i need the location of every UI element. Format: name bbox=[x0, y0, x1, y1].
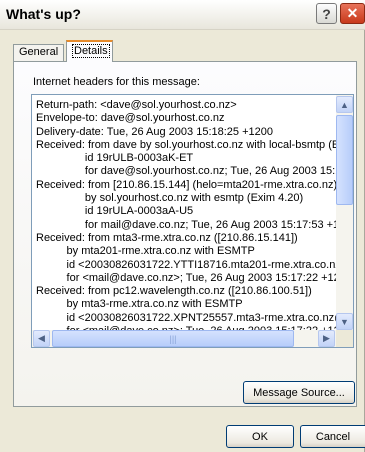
ok-button[interactable]: OK bbox=[226, 425, 294, 448]
close-button[interactable]: ✕ bbox=[340, 3, 365, 24]
header-line: by mta201-rme.xtra.co.nz with ESMTP bbox=[36, 245, 255, 258]
chevron-down-icon: ▼ bbox=[340, 316, 349, 327]
headers-caption: Internet headers for this message: bbox=[33, 76, 200, 88]
horizontal-scroll-thumb[interactable]: ||| bbox=[52, 330, 294, 347]
scrollbar-corner bbox=[336, 330, 353, 347]
header-line: Return-path: <dave@sol.yourhost.co.nz> bbox=[36, 99, 237, 111]
dialog-window: What's up? ? ✕ General Details Internet … bbox=[0, 0, 365, 452]
header-line: for <mail@dave.co.nz>; Tue, 26 Aug 2003 … bbox=[36, 271, 336, 284]
chevron-right-icon: ▶ bbox=[323, 333, 330, 343]
headers-textbox[interactable]: Return-path: <dave@sol.yourhost.co.nz> En… bbox=[31, 94, 354, 348]
header-line: id 19rULA-0003aA-U5 bbox=[36, 205, 194, 218]
header-line: Received: from mta3-rme.xtra.co.nz ([210… bbox=[36, 231, 298, 244]
header-line: id <20030826031722.XPNT25557.mta3-rme.xt… bbox=[36, 311, 336, 324]
header-line: by sol.yourhost.co.nz with esmtp (Exim 4… bbox=[36, 192, 304, 205]
window-title: What's up? bbox=[6, 6, 81, 22]
vertical-scroll-thumb[interactable] bbox=[336, 115, 353, 205]
scroll-left-button[interactable]: ◀ bbox=[33, 330, 50, 347]
message-source-button[interactable]: Message Source... bbox=[243, 381, 355, 404]
header-line: Envelope-to: dave@sol.yourhost.co.nz bbox=[36, 112, 225, 125]
header-line: Delivery-date: Tue, 26 Aug 2003 15:18:25… bbox=[36, 125, 273, 138]
cancel-button[interactable]: Cancel bbox=[300, 425, 365, 448]
header-line: for dave@sol.yourhost.co.nz; Tue, 26 Aug… bbox=[36, 165, 336, 178]
help-button[interactable]: ? bbox=[316, 3, 337, 24]
chevron-up-icon: ▲ bbox=[340, 99, 349, 110]
header-line: Received: from [210.86.15.144] (helo=mta… bbox=[36, 178, 336, 191]
tab-details[interactable]: Details bbox=[66, 40, 113, 62]
tab-general[interactable]: General bbox=[13, 44, 64, 61]
close-icon: ✕ bbox=[346, 5, 359, 21]
header-line: id 19rULB-0003aK-ET bbox=[36, 152, 194, 165]
header-line: Received: from pc12.wavelength.co.nz ([2… bbox=[36, 285, 312, 298]
tab-details-label: Details bbox=[72, 44, 110, 58]
header-line: by mta3-rme.xtra.co.nz with ESMTP bbox=[36, 298, 243, 311]
header-line: id <20030826031722.YTTI18716.mta201-rme.… bbox=[36, 258, 336, 271]
chevron-left-icon: ◀ bbox=[38, 333, 45, 343]
vertical-scrollbar[interactable]: ▲ ▼ bbox=[336, 95, 353, 331]
scroll-down-button[interactable]: ▼ bbox=[336, 313, 353, 330]
header-line: for mail@dave.co.nz; Tue, 26 Aug 2003 15… bbox=[36, 218, 336, 231]
scroll-up-button[interactable]: ▲ bbox=[336, 96, 353, 113]
title-bar[interactable]: What's up? ? ✕ bbox=[0, 0, 365, 30]
horizontal-scrollbar[interactable]: ◀ ||| ▶ bbox=[32, 330, 336, 347]
grip-icon: ||| bbox=[169, 333, 177, 344]
header-line: Received: from dave by sol.yourhost.co.n… bbox=[36, 138, 336, 151]
headers-content: Return-path: <dave@sol.yourhost.co.nz> En… bbox=[36, 99, 336, 331]
help-icon: ? bbox=[322, 5, 331, 22]
scroll-right-button[interactable]: ▶ bbox=[318, 330, 335, 347]
